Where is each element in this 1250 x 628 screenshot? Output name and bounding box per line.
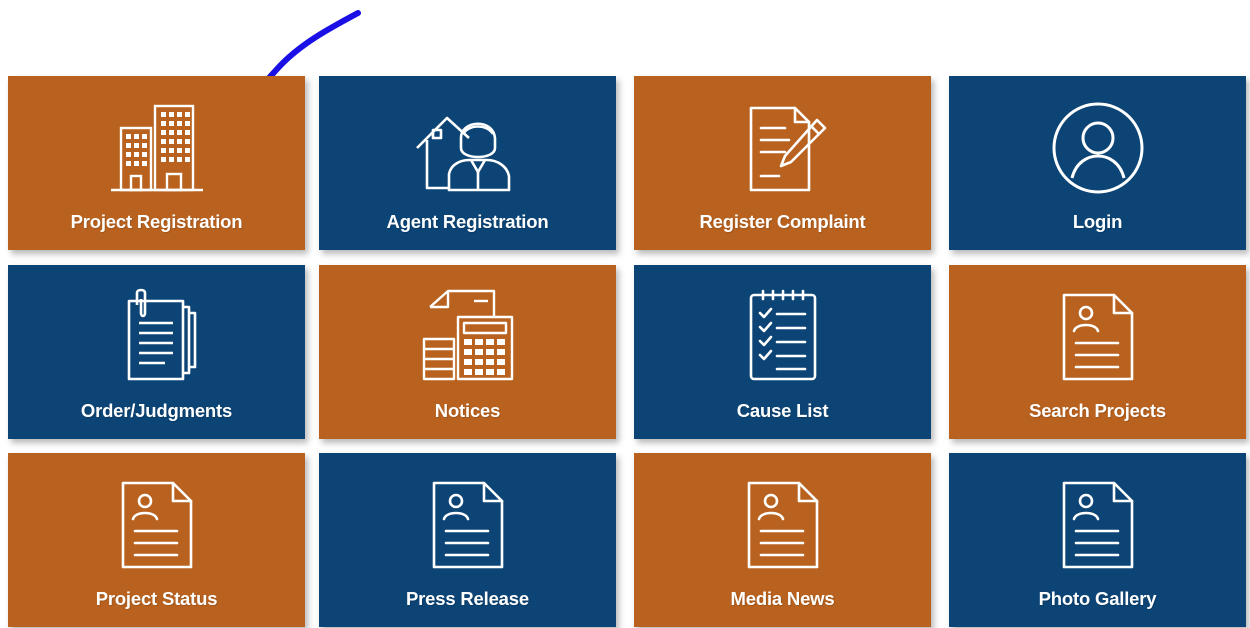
clipped-documents-icon xyxy=(8,287,305,387)
tile-order-judgments[interactable]: Order/Judgments xyxy=(8,265,305,439)
tile-label: Notices xyxy=(434,400,501,421)
services-grid: Project Registration Agent Registration xyxy=(0,0,1250,628)
tile-project-status[interactable]: Project Status xyxy=(8,453,305,627)
tile-agent-registration[interactable]: Agent Registration xyxy=(319,76,616,250)
checklist-icon xyxy=(634,287,931,387)
tile-photo-gallery[interactable]: Photo Gallery xyxy=(949,453,1246,627)
profile-document-icon xyxy=(634,475,931,575)
tile-search-projects[interactable]: Search Projects xyxy=(949,265,1246,439)
tile-label: Order/Judgments xyxy=(80,400,233,421)
tile-label: Press Release xyxy=(406,588,529,609)
tile-label: Photo Gallery xyxy=(1038,588,1157,609)
tile-notices[interactable]: Notices xyxy=(319,265,616,439)
agent-house-icon xyxy=(319,98,616,198)
tile-register-complaint[interactable]: Register Complaint xyxy=(634,76,931,250)
tile-label: Project Status xyxy=(95,588,218,609)
buildings-icon xyxy=(8,98,305,198)
tile-label: Login xyxy=(1072,211,1123,232)
tile-label: Cause List xyxy=(736,400,829,421)
user-circle-icon xyxy=(949,98,1246,198)
tile-cause-list[interactable]: Cause List xyxy=(634,265,931,439)
tile-media-news[interactable]: Media News xyxy=(634,453,931,627)
tile-label: Media News xyxy=(730,588,835,609)
tile-label: Search Projects xyxy=(1029,400,1166,421)
tile-press-release[interactable]: Press Release xyxy=(319,453,616,627)
tile-label: Project Registration xyxy=(70,211,243,232)
profile-document-icon xyxy=(319,475,616,575)
tile-label: Register Complaint xyxy=(699,211,866,232)
notice-calculator-icon xyxy=(319,287,616,387)
tile-login[interactable]: Login xyxy=(949,76,1246,250)
tile-label: Agent Registration xyxy=(386,211,549,232)
tile-project-registration[interactable]: Project Registration xyxy=(8,76,305,250)
profile-document-icon xyxy=(949,287,1246,387)
profile-document-icon xyxy=(8,475,305,575)
document-pen-icon xyxy=(634,98,931,198)
profile-document-icon xyxy=(949,475,1246,575)
